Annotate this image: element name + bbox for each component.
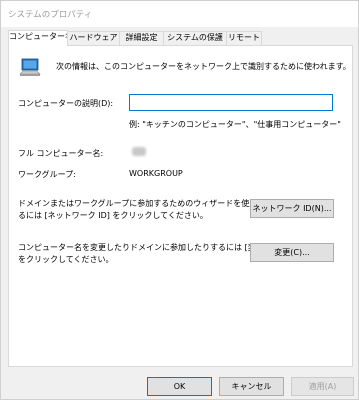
change-text-line2: をクリックしてください。 (18, 255, 114, 264)
network-id-text-line2: るには [ネットワーク ID] をクリックしてください。 (18, 211, 208, 220)
tab-remote[interactable]: リモート (226, 31, 262, 45)
system-properties-window: システムのプロパティ コンピューター名 ハードウェア 詳細設定 システムの保護 … (0, 0, 359, 400)
full-computer-name-value-redacted (132, 147, 146, 156)
full-name-label: フル コンピューター名: (18, 149, 104, 158)
apply-button[interactable]: 適用(A) (291, 377, 354, 396)
description-label: コンピューターの説明(D): (18, 99, 114, 108)
tab-computer-name[interactable]: コンピューター名 (8, 30, 68, 46)
ok-button[interactable]: OK (147, 377, 212, 396)
change-text-line1: コンピューター名を変更したりドメインに参加したりするには [変更] (18, 243, 267, 252)
cancel-button[interactable]: キャンセル (219, 377, 284, 396)
example-text: 例: "キッチンのコンピューター"、"仕事用コンピューター" (129, 120, 341, 129)
tab-system-protection[interactable]: システムの保護 (163, 31, 227, 45)
computer-description-input[interactable] (129, 94, 333, 111)
window-title: システムのプロパティ (8, 10, 93, 20)
tab-advanced[interactable]: 詳細設定 (119, 31, 164, 45)
computer-name-panel: 次の情報は、このコンピューターをネットワーク上で識別するために使われます。 コン… (8, 45, 353, 367)
workgroup-label: ワークグループ: (18, 170, 76, 179)
computer-monitor-icon (19, 58, 41, 78)
workgroup-value: WORKGROUP (129, 169, 183, 178)
network-id-button[interactable]: ネットワーク ID(N)... (250, 199, 334, 218)
tab-strip: コンピューター名 ハードウェア 詳細設定 システムの保護 リモート (8, 30, 353, 46)
change-button[interactable]: 変更(C)... (250, 243, 334, 262)
title-bar: システムのプロパティ (1, 1, 358, 27)
intro-text: 次の情報は、このコンピューターをネットワーク上で識別するために使われます。 (56, 62, 351, 71)
tab-hardware[interactable]: ハードウェア (67, 31, 120, 45)
network-id-text-line1: ドメインまたはワークグループに参加するためのウィザードを使用す (18, 199, 266, 208)
